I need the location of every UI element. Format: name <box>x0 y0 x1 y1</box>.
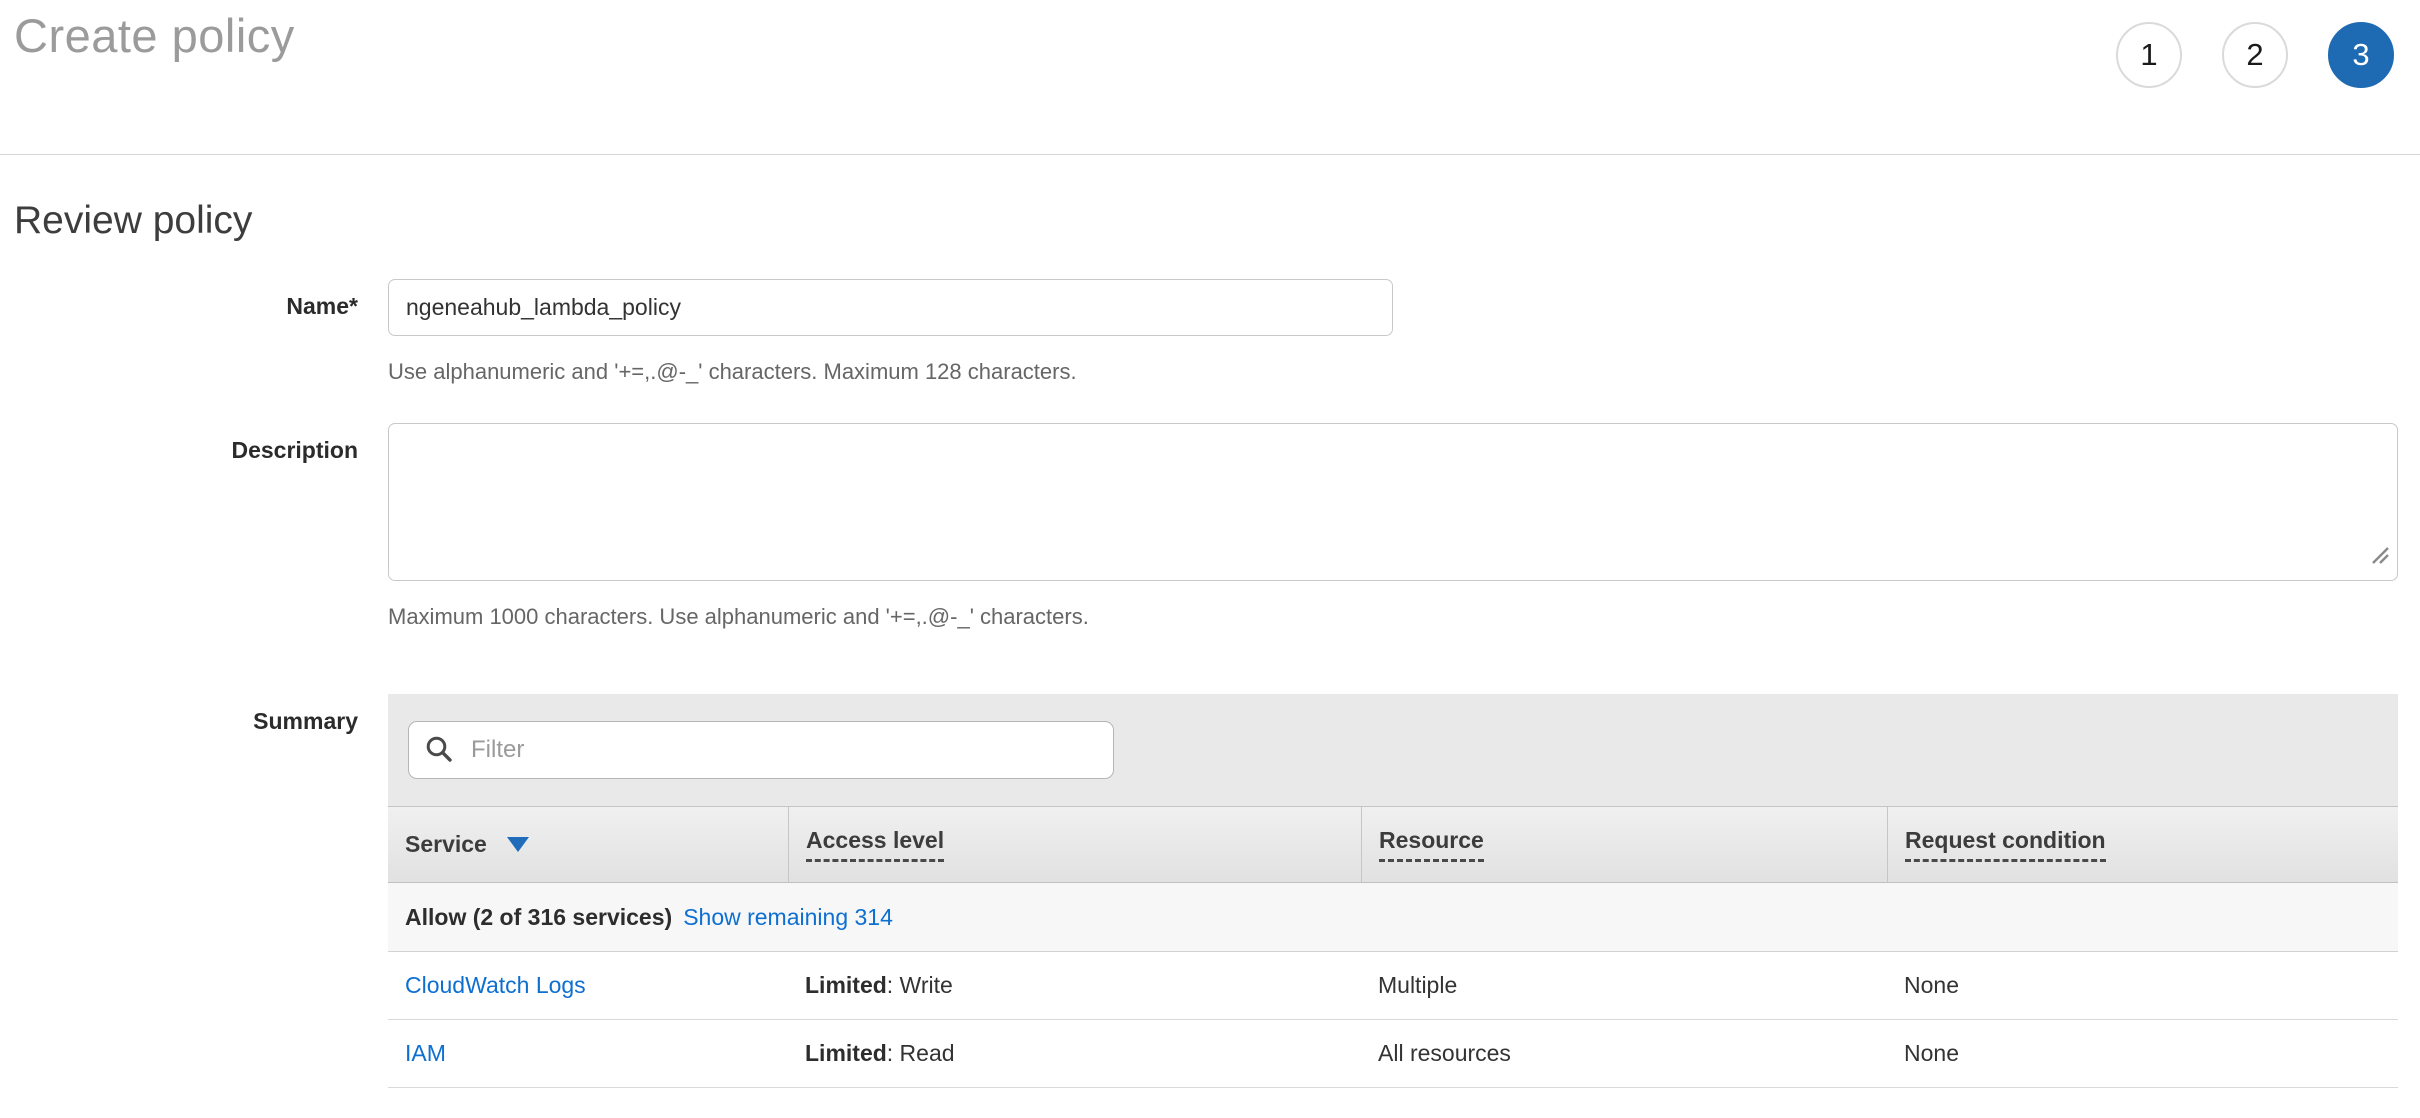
search-icon <box>424 734 454 770</box>
summary-row: Summary Ser <box>14 694 2420 1088</box>
resource-cell: All resources <box>1361 1040 1887 1067</box>
description-row: Description Maximum 1000 characters. Use… <box>14 423 2420 630</box>
column-header-service[interactable]: Service <box>388 807 788 882</box>
access-level-cell: Limited: Read <box>788 1040 1361 1067</box>
resize-grip-icon[interactable] <box>2369 544 2391 572</box>
show-remaining-link[interactable]: Show remaining 314 <box>683 904 893 931</box>
name-label: Name* <box>14 279 388 385</box>
description-label: Description <box>14 423 388 630</box>
name-help-text: Use alphanumeric and '+=,.@-_' character… <box>388 359 2420 385</box>
wizard-steps: 1 2 3 <box>2116 22 2394 88</box>
review-policy-form: Review policy Name* Use alphanumeric and… <box>0 199 2420 1088</box>
wizard-step-1-label: 1 <box>2140 37 2157 73</box>
request-condition-cell: None <box>1887 1040 2398 1067</box>
table-row: CloudWatch Logs Limited: Write Multiple … <box>388 952 2398 1020</box>
request-condition-cell: None <box>1887 972 2398 999</box>
column-header-service-label: Service <box>405 831 487 858</box>
page-title: Create policy <box>14 8 295 63</box>
resource-cell: Multiple <box>1361 972 1887 999</box>
wizard-step-2: 2 <box>2222 22 2288 88</box>
wizard-step-3-active: 3 <box>2328 22 2394 88</box>
wizard-step-1: 1 <box>2116 22 2182 88</box>
access-level-cell: Limited: Write <box>788 972 1361 999</box>
page-header: Create policy 1 2 3 <box>0 0 2420 155</box>
name-row: Name* Use alphanumeric and '+=,.@-_' cha… <box>14 279 2420 385</box>
column-header-resource[interactable]: Resource <box>1361 807 1887 882</box>
caret-down-icon <box>507 837 529 852</box>
policy-description-textarea[interactable] <box>388 423 2398 581</box>
wizard-step-2-label: 2 <box>2246 37 2263 73</box>
wizard-step-3-label: 3 <box>2352 37 2369 73</box>
filter-band <box>388 694 2398 806</box>
table-header: Service Access level Resource Request co… <box>388 806 2398 883</box>
column-header-resource-label: Resource <box>1379 827 1484 862</box>
summary-label: Summary <box>14 694 388 1088</box>
column-header-access-level[interactable]: Access level <box>788 807 1361 882</box>
summary-panel: Service Access level Resource Request co… <box>388 694 2398 1088</box>
allow-group-row: Allow (2 of 316 services) Show remaining… <box>388 883 2398 952</box>
policy-name-input[interactable] <box>388 279 1393 336</box>
column-header-request-condition[interactable]: Request condition <box>1887 807 2398 882</box>
filter-input[interactable] <box>408 721 1114 779</box>
service-link-iam[interactable]: IAM <box>405 1040 446 1066</box>
column-header-request-condition-label: Request condition <box>1905 827 2106 862</box>
service-link-cloudwatch-logs[interactable]: CloudWatch Logs <box>405 972 586 998</box>
section-title: Review policy <box>14 199 2420 243</box>
description-help-text: Maximum 1000 characters. Use alphanumeri… <box>388 604 2420 630</box>
table-row: IAM Limited: Read All resources None <box>388 1020 2398 1088</box>
allow-group-label: Allow (2 of 316 services) <box>405 904 672 931</box>
column-header-access-level-label: Access level <box>806 827 944 862</box>
